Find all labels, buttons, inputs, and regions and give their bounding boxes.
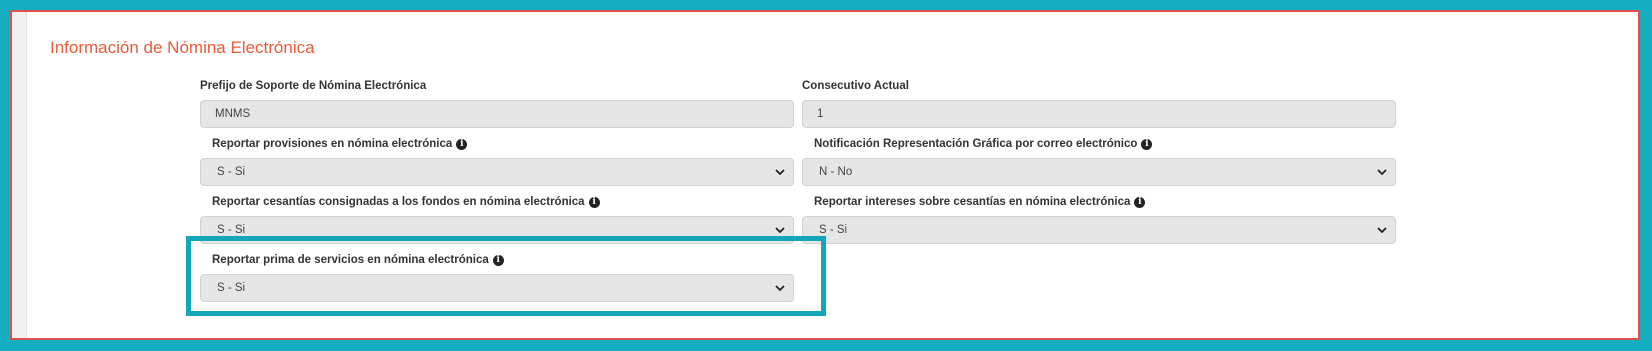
- section-title: Información de Nómina Electrónica: [50, 38, 315, 57]
- consecutivo-input[interactable]: 1: [802, 100, 1396, 128]
- notificacion-label-text: Notificación Representación Gráfica por …: [814, 138, 1138, 150]
- consecutivo-label: Consecutivo Actual: [802, 80, 909, 92]
- intereses-label: Reportar intereses sobre cesantías en nó…: [814, 196, 1146, 208]
- notificacion-select[interactable]: N - No: [802, 158, 1396, 186]
- cesantias-selected: S - Si: [217, 224, 246, 236]
- provisiones-selected: S - Si: [217, 166, 246, 178]
- consecutivo-value: 1: [817, 108, 824, 120]
- info-circle-icon[interactable]: i: [456, 138, 468, 150]
- provisiones-label-text: Reportar provisiones en nómina electróni…: [212, 138, 453, 150]
- cesantias-label: Reportar cesantías consignadas a los fon…: [212, 196, 600, 208]
- prefijo-label-text: Prefijo de Soporte de Nómina Electrónica: [200, 80, 427, 92]
- prefijo-label: Prefijo de Soporte de Nómina Electrónica: [200, 80, 426, 92]
- chevron-down-icon: [775, 169, 785, 176]
- info-circle-icon[interactable]: i: [1141, 138, 1153, 150]
- highlight-annotation-box: [186, 236, 826, 316]
- info-circle-icon[interactable]: i: [1134, 196, 1146, 208]
- intereses-select[interactable]: S - Si: [802, 216, 1396, 244]
- intereses-selected: S - Si: [819, 224, 848, 236]
- provisiones-label: Reportar provisiones en nómina electróni…: [212, 138, 468, 150]
- prefijo-input[interactable]: MNMS: [200, 100, 794, 128]
- chevron-down-icon: [1377, 227, 1387, 234]
- chevron-down-icon: [775, 227, 785, 234]
- chevron-down-icon: [1377, 169, 1387, 176]
- consecutivo-label-text: Consecutivo Actual: [802, 80, 909, 92]
- info-circle-icon[interactable]: i: [588, 196, 600, 208]
- prefijo-value: MNMS: [215, 108, 251, 120]
- notificacion-label: Notificación Representación Gráfica por …: [814, 138, 1153, 150]
- intereses-label-text: Reportar intereses sobre cesantías en nó…: [814, 196, 1131, 208]
- provisiones-select[interactable]: S - Si: [200, 158, 794, 186]
- cesantias-label-text: Reportar cesantías consignadas a los fon…: [212, 196, 585, 208]
- notificacion-selected: N - No: [819, 166, 853, 178]
- panel-left-strip: [12, 12, 27, 338]
